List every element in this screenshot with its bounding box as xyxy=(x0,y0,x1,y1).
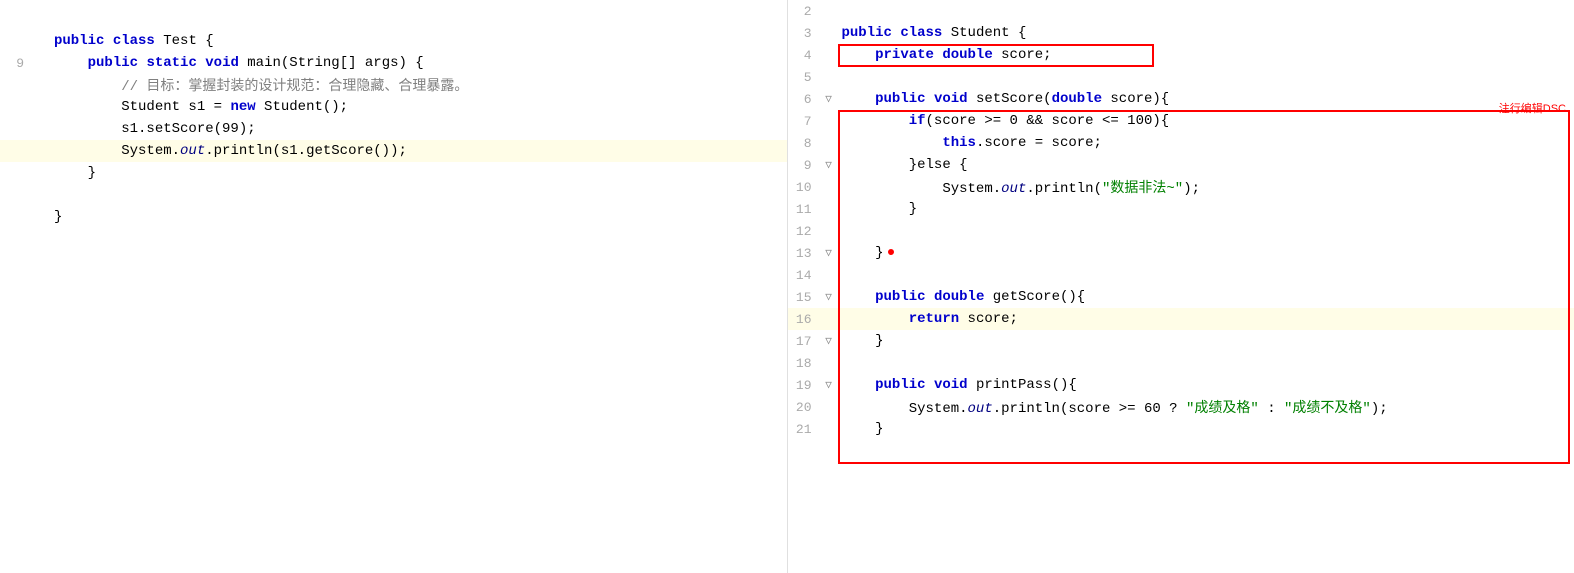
code-content: public double getScore(){ xyxy=(838,289,1571,305)
line-number: 10 xyxy=(792,180,820,195)
gutter: ▽ xyxy=(820,246,838,260)
line-number: 6 xyxy=(792,92,820,107)
line-number: 17 xyxy=(792,334,820,349)
code-line-17: 17 ▽ } xyxy=(788,330,1574,352)
code-content: public class Test { xyxy=(50,33,783,49)
code-content: return score; xyxy=(838,311,1571,327)
code-content: } xyxy=(838,201,1571,217)
code-line-12: 12 xyxy=(788,220,1574,242)
code-line: public class Test { xyxy=(0,30,787,52)
code-content: } xyxy=(838,245,1571,261)
code-line-9: 9 ▽ }else { xyxy=(788,154,1574,176)
gutter: ▽ xyxy=(820,334,838,348)
line-number: 20 xyxy=(792,400,820,415)
code-line: s1.setScore(99); xyxy=(0,118,787,140)
code-content: } xyxy=(838,333,1571,349)
code-line-4: 4 private double score; xyxy=(788,44,1574,66)
gutter: ▽ xyxy=(820,158,838,172)
red-dot xyxy=(888,249,894,255)
code-line-16-highlighted: 16 return score; xyxy=(788,308,1574,330)
line-number: 15 xyxy=(792,290,820,305)
code-content: public void printPass(){ xyxy=(838,377,1571,393)
line-number: 5 xyxy=(792,70,820,85)
code-line: } xyxy=(0,206,787,228)
gutter: ▽ xyxy=(820,92,838,106)
code-line-10: 10 System.out.println("数据非法~"); xyxy=(788,176,1574,198)
code-line: // 目标：掌握封装的设计规范：合理隐藏、合理暴露。 xyxy=(0,74,787,96)
code-content: // 目标：掌握封装的设计规范：合理隐藏、合理暴露。 xyxy=(50,75,783,95)
line-number: 9 xyxy=(792,158,820,173)
code-content: public void setScore(double score){ xyxy=(838,91,1571,107)
line-number: 9 xyxy=(4,56,32,71)
line-number: 14 xyxy=(792,268,820,283)
line-number: 2 xyxy=(792,4,820,19)
gutter: ▽ xyxy=(820,378,838,392)
code-line-5: 5 xyxy=(788,66,1574,88)
code-content: } xyxy=(50,165,783,181)
code-line: Student s1 = new Student(); xyxy=(0,96,787,118)
line-number: 3 xyxy=(792,26,820,41)
code-line-14: 14 xyxy=(788,264,1574,286)
code-content: Student s1 = new Student(); xyxy=(50,99,783,115)
code-content: s1.setScore(99); xyxy=(50,121,783,137)
line-number: 13 xyxy=(792,246,820,261)
gutter: ▽ xyxy=(820,290,838,304)
code-content: private double score; xyxy=(838,47,1571,63)
code-line-11: 11 } xyxy=(788,198,1574,220)
code-content: public class Student { xyxy=(838,25,1571,41)
line-number: 19 xyxy=(792,378,820,393)
line-number: 7 xyxy=(792,114,820,129)
code-content: this.score = score; xyxy=(838,135,1571,151)
line-number: 11 xyxy=(792,202,820,217)
code-content: System.out.println(score >= 60 ? "成绩及格" … xyxy=(838,397,1571,417)
code-line-3: 3 public class Student { xyxy=(788,22,1574,44)
code-line-6: 6 ▽ public void setScore(double score){ xyxy=(788,88,1574,110)
code-line: } xyxy=(0,162,787,184)
code-line xyxy=(0,8,787,30)
code-content: }else { xyxy=(838,157,1571,173)
code-content: System.out.println("数据非法~"); xyxy=(838,177,1571,197)
code-content: } xyxy=(50,209,783,225)
line-number: 21 xyxy=(792,422,820,437)
code-line-20: 20 System.out.println(score >= 60 ? "成绩及… xyxy=(788,396,1574,418)
code-line-8: 8 this.score = score; xyxy=(788,132,1574,154)
code-content: public static void main(String[] args) { xyxy=(50,55,783,71)
code-line-2: 2 xyxy=(788,0,1574,22)
code-content: } xyxy=(838,421,1571,437)
code-content: System.out.println(s1.getScore()); xyxy=(50,143,783,159)
code-line-19: 19 ▽ public void printPass(){ xyxy=(788,374,1574,396)
line-number: 16 xyxy=(792,312,820,327)
right-editor-pane: 注行编辑DSC 2 3 public class Student { 4 pri… xyxy=(788,0,1574,573)
code-line-18: 18 xyxy=(788,352,1574,374)
code-line-7: 7 if(score >= 0 && score <= 100){ xyxy=(788,110,1574,132)
code-line-21: 21 } xyxy=(788,418,1574,440)
code-line: 9 public static void main(String[] args)… xyxy=(0,52,787,74)
code-line-15: 15 ▽ public double getScore(){ xyxy=(788,286,1574,308)
code-line-highlighted: System.out.println(s1.getScore()); xyxy=(0,140,787,162)
code-content: if(score >= 0 && score <= 100){ xyxy=(838,113,1571,129)
code-line-13: 13 ▽ } xyxy=(788,242,1574,264)
left-editor-pane: public class Test { 9 public static void… xyxy=(0,0,788,573)
line-number: 8 xyxy=(792,136,820,151)
code-line xyxy=(0,184,787,206)
line-number: 4 xyxy=(792,48,820,63)
line-number: 12 xyxy=(792,224,820,239)
line-number: 18 xyxy=(792,356,820,371)
